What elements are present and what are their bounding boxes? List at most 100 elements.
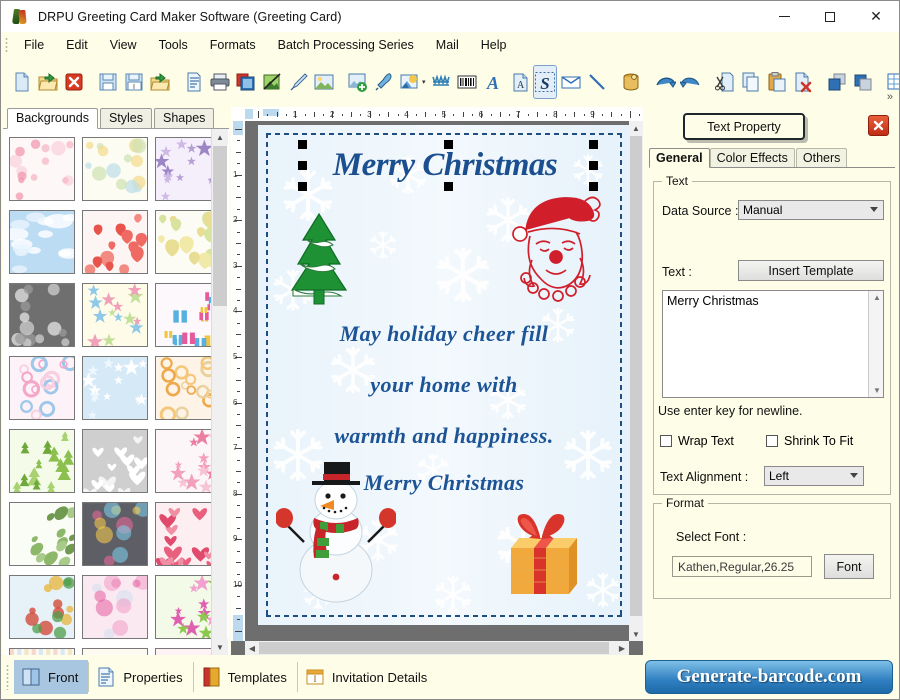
statusbar-front-button[interactable]: Front: [14, 660, 89, 694]
paste-icon[interactable]: [765, 65, 789, 99]
selection-handle-bl[interactable]: [298, 182, 307, 191]
background-thumbnail[interactable]: [82, 356, 148, 420]
statusbar-properties-button[interactable]: Properties: [89, 660, 192, 694]
background-thumbnail[interactable]: [9, 210, 75, 274]
card-message-line-1[interactable]: May holiday cheer fill: [258, 321, 630, 347]
text-icon[interactable]: A: [481, 65, 505, 99]
menu-formats[interactable]: Formats: [199, 35, 267, 55]
open-document-icon[interactable]: [36, 65, 60, 99]
add-image-icon[interactable]: [346, 65, 370, 99]
santa-face-icon[interactable]: [506, 190, 606, 305]
background-thumbnail[interactable]: [82, 575, 148, 639]
background-thumbnail[interactable]: [82, 137, 148, 201]
card-heading-text[interactable]: Merry Christmas: [290, 147, 600, 184]
menu-file[interactable]: File: [13, 35, 55, 55]
barcode-icon[interactable]: [455, 65, 479, 99]
insert-template-button[interactable]: Insert Template: [738, 260, 884, 281]
cut-icon[interactable]: [713, 65, 737, 99]
signature-pen-icon[interactable]: [372, 65, 396, 99]
statusbar-invitation-details-button[interactable]: I Invitation Details: [298, 660, 437, 694]
tab-color-effects[interactable]: Color Effects: [709, 148, 795, 167]
envelope-icon[interactable]: [559, 65, 583, 99]
close-window-button[interactable]: ✕: [853, 1, 899, 32]
scroll-up-icon[interactable]: ▲: [873, 293, 881, 302]
selection-handle-tc[interactable]: [444, 140, 453, 149]
background-thumbnail[interactable]: [82, 283, 148, 347]
scroll-down-icon[interactable]: ▼: [212, 639, 228, 655]
brand-button[interactable]: Generate-barcode.com: [645, 660, 893, 694]
export-icon[interactable]: [148, 65, 172, 99]
statusbar-templates-button[interactable]: Templates: [194, 660, 297, 694]
shape-picture-icon[interactable]: ▾: [398, 65, 427, 99]
undo-icon[interactable]: [653, 65, 677, 99]
selection-handle-br[interactable]: [589, 182, 598, 191]
text-textarea[interactable]: Merry Christmas ▲ ▼: [662, 290, 884, 398]
selection-handle-tl[interactable]: [298, 140, 307, 149]
canvas-viewport[interactable]: Merry Christmas May holiday cheer fill y…: [245, 121, 643, 641]
menu-tools[interactable]: Tools: [148, 35, 199, 55]
gift-box-icon[interactable]: [501, 508, 581, 598]
copy-icon[interactable]: [739, 65, 763, 99]
text-box-icon[interactable]: A: [507, 65, 531, 99]
toolbar-overflow-icon[interactable]: »: [887, 91, 893, 103]
save-as-icon[interactable]: I: [122, 65, 146, 99]
background-thumbnail[interactable]: [82, 429, 148, 493]
close-text-property-button[interactable]: [868, 115, 889, 136]
database-icon[interactable]: [619, 65, 643, 99]
save-icon[interactable]: [96, 65, 120, 99]
tab-shapes[interactable]: Shapes: [154, 108, 215, 128]
menu-grip[interactable]: [5, 36, 8, 53]
snowman-icon[interactable]: [276, 460, 396, 605]
data-source-select[interactable]: Manual: [738, 200, 884, 220]
close-document-icon[interactable]: [62, 65, 86, 99]
selection-handle-mr[interactable]: [589, 161, 598, 170]
print-icon[interactable]: [208, 65, 232, 99]
tab-general[interactable]: General: [649, 148, 710, 168]
bring-to-front-icon[interactable]: [825, 65, 849, 99]
background-thumbnail[interactable]: [82, 502, 148, 566]
selection-handle-tr[interactable]: [589, 140, 598, 149]
textarea-scrollbar[interactable]: ▲ ▼: [868, 291, 883, 397]
selected-text-icon[interactable]: S: [532, 65, 557, 99]
greeting-card[interactable]: Merry Christmas May holiday cheer fill y…: [258, 125, 630, 625]
wrap-text-checkbox[interactable]: Wrap Text: [660, 434, 734, 448]
menu-edit[interactable]: Edit: [55, 35, 99, 55]
background-thumbnail[interactable]: [9, 283, 75, 347]
statusbar-grip[interactable]: [6, 664, 9, 690]
canvas-horizontal-scrollbar[interactable]: ◀ ▶: [245, 641, 629, 655]
menu-mail[interactable]: Mail: [425, 35, 470, 55]
watermark-icon[interactable]: [429, 65, 453, 99]
new-document-icon[interactable]: [10, 65, 34, 99]
card-properties-icon[interactable]: [182, 65, 206, 99]
menu-view[interactable]: View: [99, 35, 148, 55]
background-thumbnail[interactable]: [9, 356, 75, 420]
background-thumbnail[interactable]: [9, 575, 75, 639]
selection-handle-ml[interactable]: [298, 161, 307, 170]
menu-help[interactable]: Help: [470, 35, 518, 55]
font-value-field[interactable]: Kathen,Regular,26.25: [672, 556, 812, 577]
card-message-line-2[interactable]: your home with: [258, 372, 630, 398]
background-thumbnail[interactable]: [9, 502, 75, 566]
tab-others[interactable]: Others: [795, 148, 848, 167]
text-alignment-select[interactable]: Left: [764, 466, 864, 486]
background-thumbnail[interactable]: [82, 210, 148, 274]
christmas-tree-icon[interactable]: [282, 210, 356, 310]
send-to-back-icon[interactable]: [851, 65, 875, 99]
delete-icon[interactable]: [791, 65, 815, 99]
background-thumbnail[interactable]: [9, 137, 75, 201]
menu-batch-processing-series[interactable]: Batch Processing Series: [267, 35, 425, 55]
scroll-down-icon[interactable]: ▼: [873, 386, 881, 395]
tab-backgrounds[interactable]: Backgrounds: [7, 108, 98, 129]
backgrounds-list[interactable]: [3, 129, 229, 655]
scroll-up-icon[interactable]: ▲: [212, 129, 228, 145]
backgrounds-scrollbar[interactable]: ▲ ▼: [211, 129, 228, 655]
shrink-to-fit-checkbox[interactable]: Shrink To Fit: [766, 434, 853, 448]
selection-handle-bc[interactable]: [444, 182, 453, 191]
scroll-thumb[interactable]: [213, 146, 227, 306]
canvas-vertical-scrollbar[interactable]: ▲ ▼: [629, 121, 643, 641]
tab-styles[interactable]: Styles: [99, 108, 153, 128]
pen-tool-icon[interactable]: [286, 65, 310, 99]
card-message-line-3[interactable]: warmth and happiness.: [258, 423, 630, 449]
print-preview-icon[interactable]: [234, 65, 258, 99]
font-button[interactable]: Font: [824, 554, 874, 579]
